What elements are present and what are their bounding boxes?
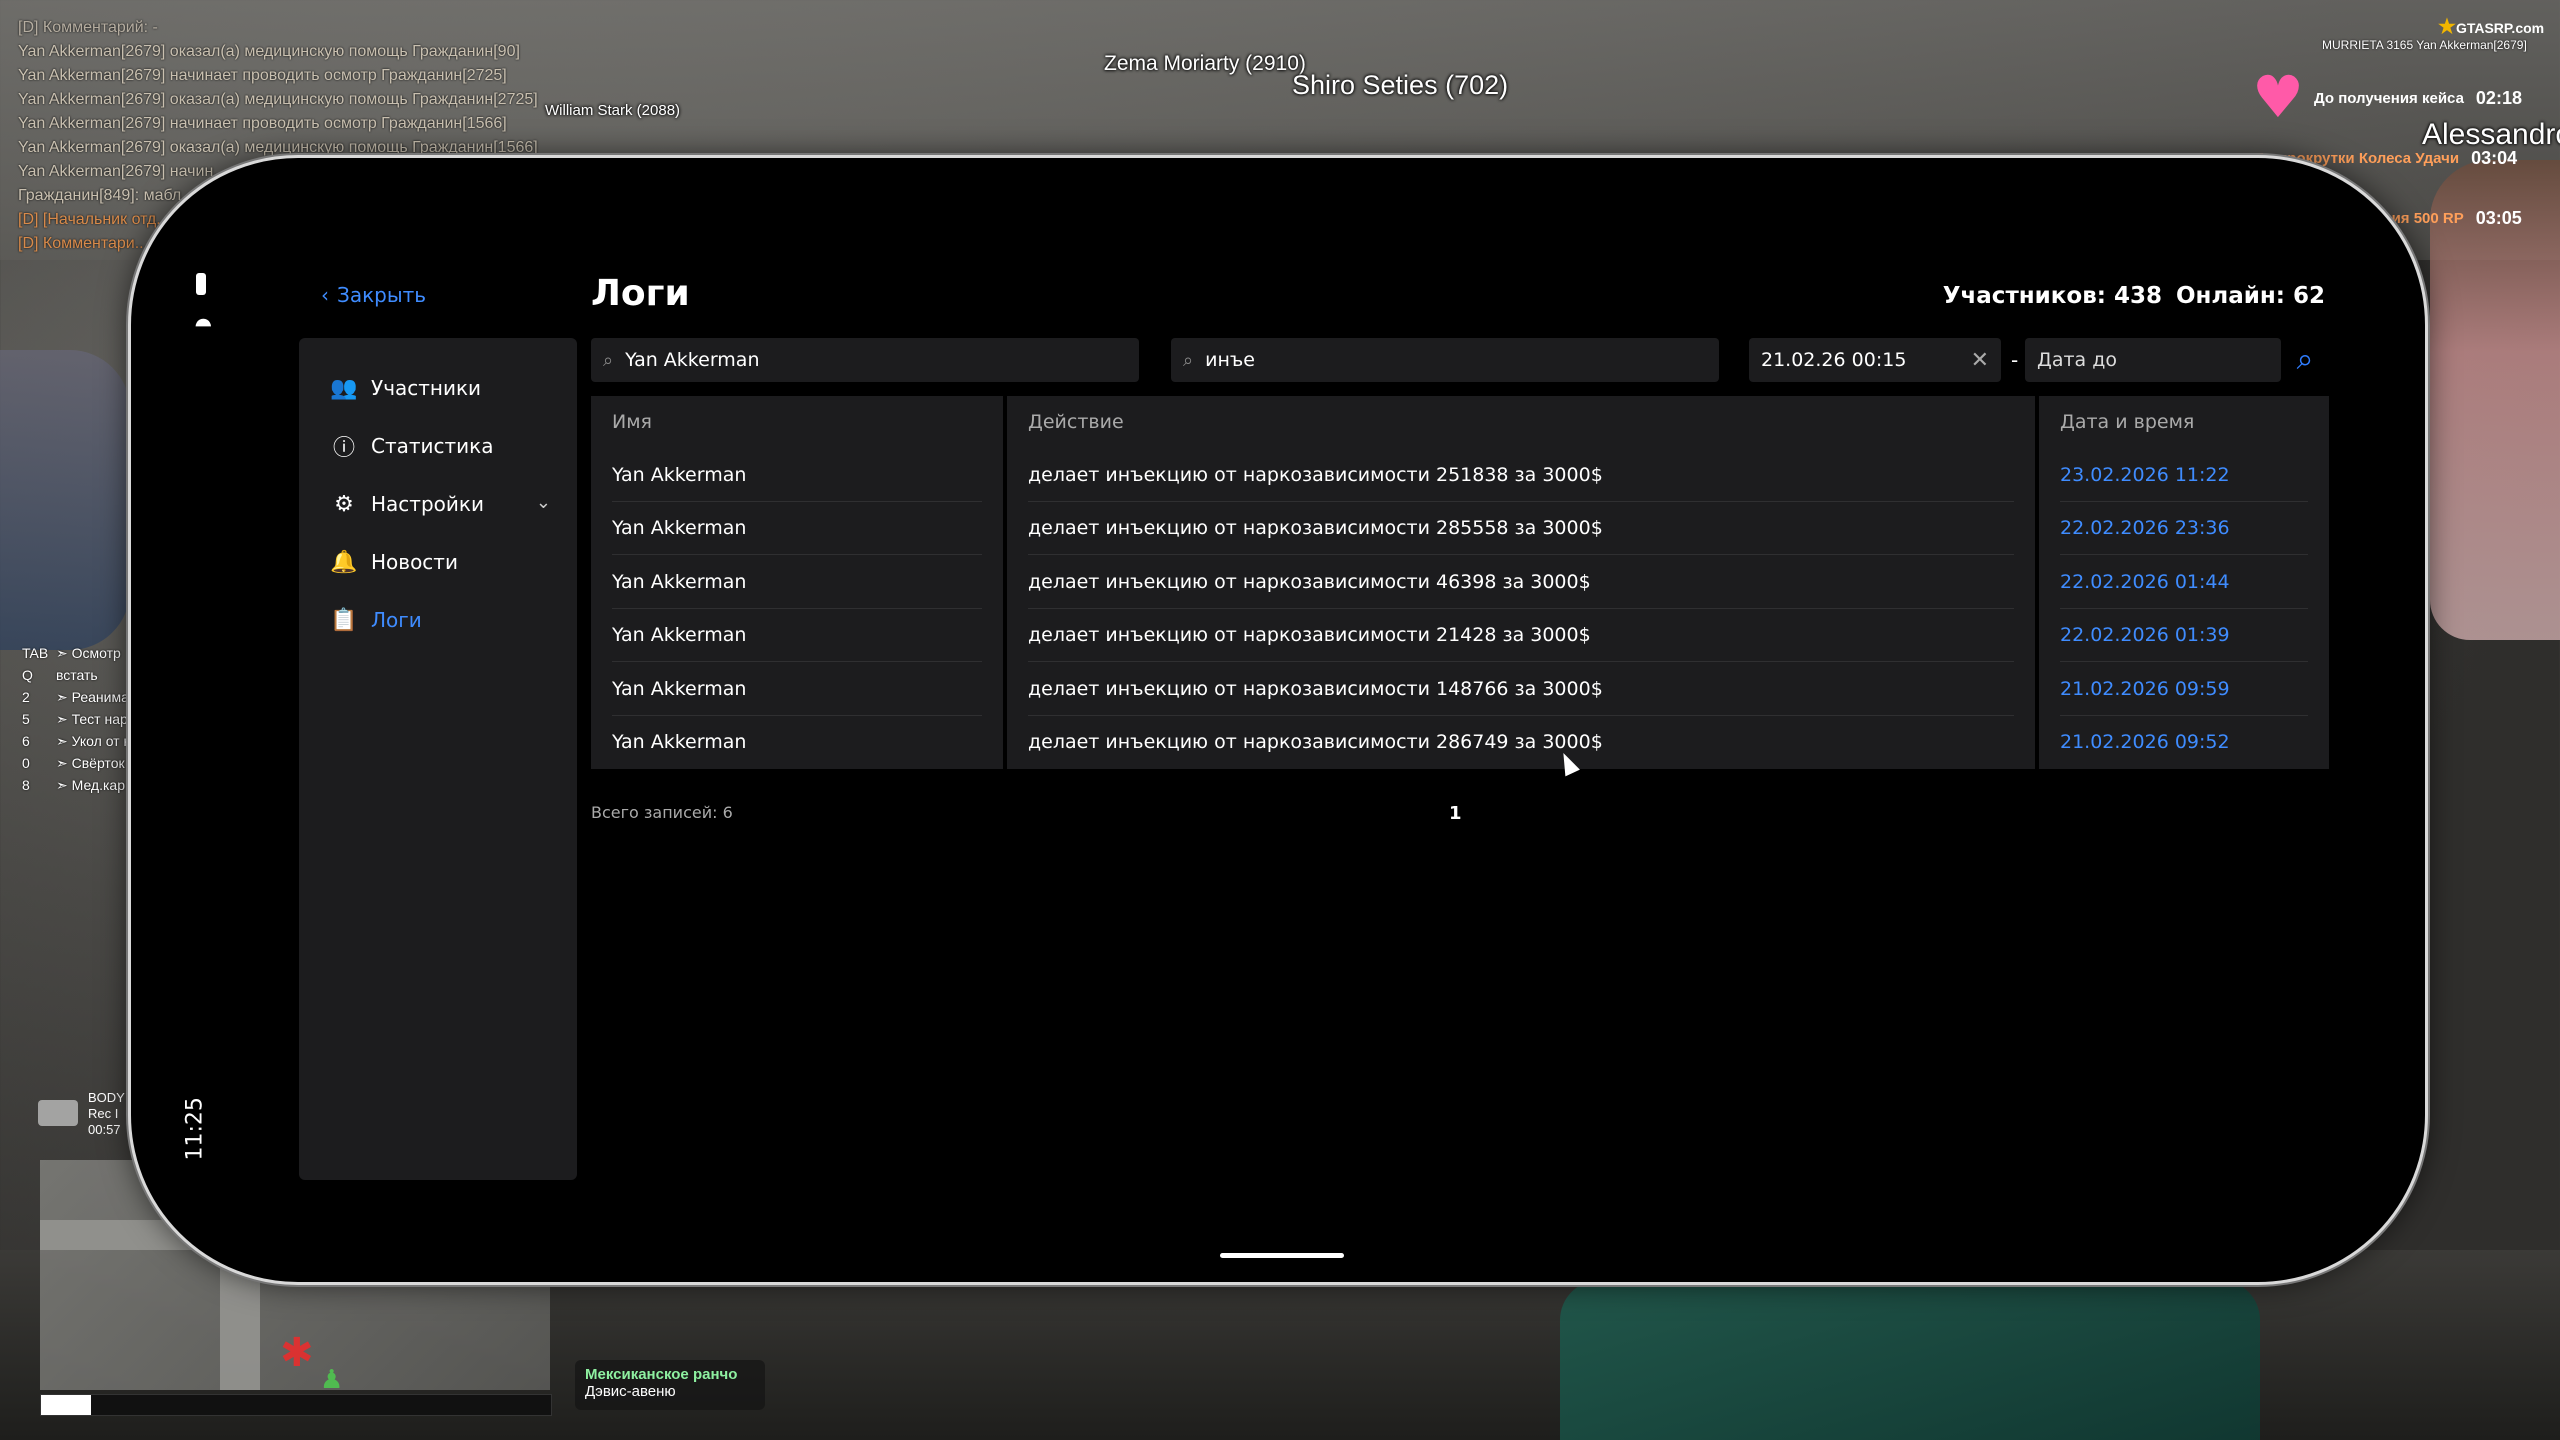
cell-action: делает инъекцию от наркозависимости 2855… xyxy=(1007,501,2035,555)
cell-name: Yan Akkerman xyxy=(591,608,1003,662)
clipboard-icon: 📋 xyxy=(330,607,358,633)
hospital-icon: ✱ xyxy=(280,1330,314,1376)
table-row[interactable]: Yan Akkerman делает инъекцию от наркозав… xyxy=(591,715,2329,769)
player-marker-icon: ♟ xyxy=(320,1365,344,1390)
key-hint: 2 ➣ Реанима xyxy=(22,689,129,705)
sidebar: 👥 Участники ⓘ Статистика ⚙ Настройки ⌄ 🔔… xyxy=(299,338,577,1180)
home-indicator[interactable] xyxy=(1220,1253,1344,1258)
heart-icon: ♥ xyxy=(2252,63,2304,131)
star-icon: ★ xyxy=(2438,16,2456,38)
column-header-action[interactable]: Действие xyxy=(1007,396,2035,448)
table-row[interactable]: Yan Akkerman делает инъекцию от наркозав… xyxy=(591,448,2329,502)
table-row[interactable]: Yan Akkerman делает инъекцию от наркозав… xyxy=(591,662,2329,716)
date-to-input[interactable]: Дата до xyxy=(2025,338,2281,382)
table-row[interactable]: Yan Akkerman делает инъекцию от наркозав… xyxy=(591,555,2329,609)
sidebar-item-statistics[interactable]: ⓘ Статистика xyxy=(331,426,551,466)
server-id: MURRIETA 3165 Yan Akkerman[2679] xyxy=(2322,38,2527,52)
info-icon: ⓘ xyxy=(332,436,355,461)
cell-action: делает инъекцию от наркозависимости 1487… xyxy=(1007,662,2035,716)
search-icon: ⌕ xyxy=(2296,341,2314,377)
background-character-left xyxy=(0,350,130,650)
column-header-name[interactable]: Имя xyxy=(591,396,1003,448)
case-timer: До получения кейса 02:18 xyxy=(2314,87,2522,108)
pagination-page[interactable]: 1 xyxy=(1449,803,1462,824)
bell-icon: 🔔 xyxy=(330,549,358,575)
cell-action: делает инъекцию от наркозависимости 2142… xyxy=(1007,608,2035,662)
location-panel: Мексиканское ранчо Дэвис-авеню xyxy=(575,1360,765,1410)
users-icon: 👥 xyxy=(330,375,358,401)
search-icon: ⌕ xyxy=(603,349,614,371)
table-row[interactable]: Yan Akkerman делает инъекцию от наркозав… xyxy=(591,608,2329,662)
sidebar-item-logs[interactable]: 📋 Логи xyxy=(330,600,551,640)
page-title: Логи xyxy=(591,273,690,314)
logs-table: Имя Действие Дата и время Yan Akkerman д… xyxy=(591,396,2329,769)
wifi-icon: ◗ xyxy=(188,317,213,329)
player-tag: Shiro Seties (702) xyxy=(1292,70,1509,100)
cell-action: делает инъекцию от наркозависимости 2518… xyxy=(1007,448,2035,502)
cell-datetime: 22.02.2026 01:39 xyxy=(2039,608,2329,662)
clear-icon[interactable]: ✕ xyxy=(1971,348,1989,373)
player-tag: Zema Moriarty (2910) xyxy=(1104,52,1306,75)
member-counts: Участников: 438 Онлайн: 62 xyxy=(1929,283,2325,309)
cell-datetime: 23.02.2026 11:22 xyxy=(2039,448,2329,502)
key-hint: 5 ➣ Тест нар xyxy=(22,711,128,727)
cell-datetime: 21.02.2026 09:52 xyxy=(2039,715,2329,769)
cell-name: Yan Akkerman xyxy=(591,715,1003,769)
key-hint: Qвстать xyxy=(22,667,98,683)
key-hint: 0 ➣ Свёрток xyxy=(22,755,125,771)
chat-line: Yan Akkerman[2679] начинает проводить ос… xyxy=(18,67,507,84)
server-logo: ★GTASRP.com xyxy=(2438,16,2545,38)
cell-action: делает инъекцию от наркозависимости 2867… xyxy=(1007,715,2035,769)
chat-line: Yan Akkerman[2679] оказал(а) медицинскую… xyxy=(18,43,520,60)
cell-datetime: 22.02.2026 01:44 xyxy=(2039,555,2329,609)
cell-name: Yan Akkerman xyxy=(591,448,1003,502)
device-clock: 11:25 xyxy=(182,1097,208,1161)
cell-action: делает инъекцию от наркозависимости 4639… xyxy=(1007,555,2035,609)
cell-name: Yan Akkerman xyxy=(591,501,1003,555)
chat-line: Yan Akkerman[2679] оказал(а) медицинскую… xyxy=(18,91,538,108)
chevron-left-icon: ‹ xyxy=(321,283,329,307)
total-records: Всего записей: 6 xyxy=(591,803,733,822)
battery-icon xyxy=(196,273,206,295)
sidebar-item-settings[interactable]: ⚙ Настройки ⌄ xyxy=(331,484,551,524)
tablet-device: ◗ 11:25 ‹ Закрыть 👥 Участники ⓘ Статисти… xyxy=(128,155,2428,1285)
camera-icon xyxy=(38,1100,78,1126)
health-bar xyxy=(40,1394,552,1416)
search-icon: ⌕ xyxy=(1183,349,1194,371)
key-hint: 6 ➣ Укол от н xyxy=(22,733,132,749)
date-separator: - xyxy=(2011,348,2019,372)
close-button[interactable]: ‹ Закрыть xyxy=(321,283,426,307)
sidebar-item-news[interactable]: 🔔 Новости xyxy=(330,542,551,582)
column-header-datetime[interactable]: Дата и время xyxy=(2039,396,2329,448)
cell-datetime: 22.02.2026 23:36 xyxy=(2039,501,2329,555)
key-hints: TAB ➣ Осмотр Qвстать 2 ➣ Реанима 5 ➣ Тест н… xyxy=(22,642,131,796)
action-search-input[interactable]: ⌕ инъе xyxy=(1171,338,1719,382)
cell-name: Yan Akkerman xyxy=(591,662,1003,716)
online-count: Онлайн: 62 xyxy=(2175,283,2325,309)
background-medic-bag xyxy=(1560,1280,2260,1440)
search-button[interactable]: ⌕ xyxy=(2287,341,2323,377)
chat-line: [D] Комментарий: - xyxy=(18,19,158,36)
chevron-down-icon: ⌄ xyxy=(535,492,551,513)
chat-line: Yan Akkerman[2679] начинает проводить ос… xyxy=(18,115,507,132)
key-hint: TAB ➣ Осмотр xyxy=(22,645,121,661)
cell-name: Yan Akkerman xyxy=(591,555,1003,609)
bodycam-indicator: BODY Rec I 00:57 xyxy=(38,1090,125,1138)
members-count: Участников: 438 xyxy=(1942,283,2162,309)
table-row[interactable]: Yan Akkerman делает инъекцию от наркозав… xyxy=(591,501,2329,555)
key-hint: 8 ➣ Мед.кар xyxy=(22,777,125,793)
cell-datetime: 21.02.2026 09:59 xyxy=(2039,662,2329,716)
gear-icon: ⚙ xyxy=(334,491,354,517)
table-header: Имя Действие Дата и время xyxy=(591,396,2329,448)
date-from-input[interactable]: 21.02.26 00:15 ✕ xyxy=(1749,338,2001,382)
sidebar-item-members[interactable]: 👥 Участники xyxy=(330,368,551,408)
status-bar: ◗ xyxy=(181,273,221,335)
name-search-input[interactable]: ⌕ Yan Akkerman xyxy=(591,338,1139,382)
player-tag: William Stark (2088) xyxy=(545,102,681,119)
